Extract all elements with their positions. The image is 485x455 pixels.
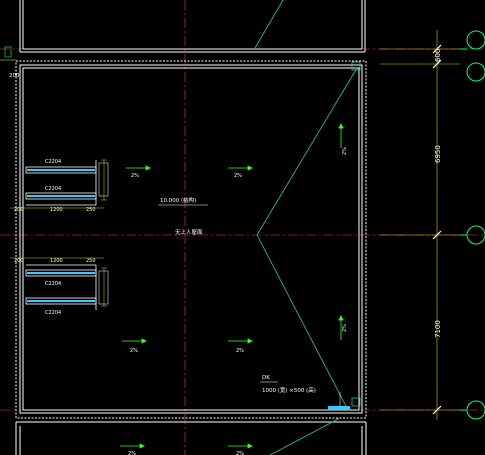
window-dim: 250 (86, 258, 96, 264)
opening-code: DK (262, 375, 270, 381)
elevation-label: 10.000 (结构) (160, 196, 196, 204)
opening-size: 1000 (宽) ×500 (高) (262, 386, 316, 394)
slope-label: 2% (342, 147, 348, 155)
dim-6950: 6950 (434, 145, 442, 163)
room-label: 无上人屋面 (175, 228, 203, 236)
window-label: C2204 (45, 281, 61, 287)
opening-glass (328, 406, 350, 410)
dim-7100: 7100 (434, 320, 442, 338)
dim-600: 600 (434, 49, 442, 62)
window-label: C2204 (45, 310, 61, 316)
slope-label: 2% (130, 348, 138, 354)
slope-label: 2% (131, 173, 139, 179)
roof-plan-drawing: 600 6950 7100 200 C2204 C2204 200 1200 2… (0, 0, 485, 455)
window-label: C2204 (45, 159, 61, 165)
dim-200-left: 200 (9, 73, 20, 79)
window-dim: 1200 (50, 258, 63, 264)
window-label: C2204 (45, 186, 61, 192)
slope-label: 2% (128, 451, 136, 455)
window-glass-3 (27, 272, 95, 274)
window-glass-1 (27, 169, 95, 171)
slope-label: 2% (234, 173, 242, 179)
slope-label: 2% (236, 348, 244, 354)
window-glass-2 (27, 195, 95, 197)
slope-label: 2% (236, 451, 244, 455)
window-glass-4 (27, 300, 95, 302)
slope-label: 2% (342, 324, 348, 332)
window-dim: 200 (14, 258, 24, 264)
